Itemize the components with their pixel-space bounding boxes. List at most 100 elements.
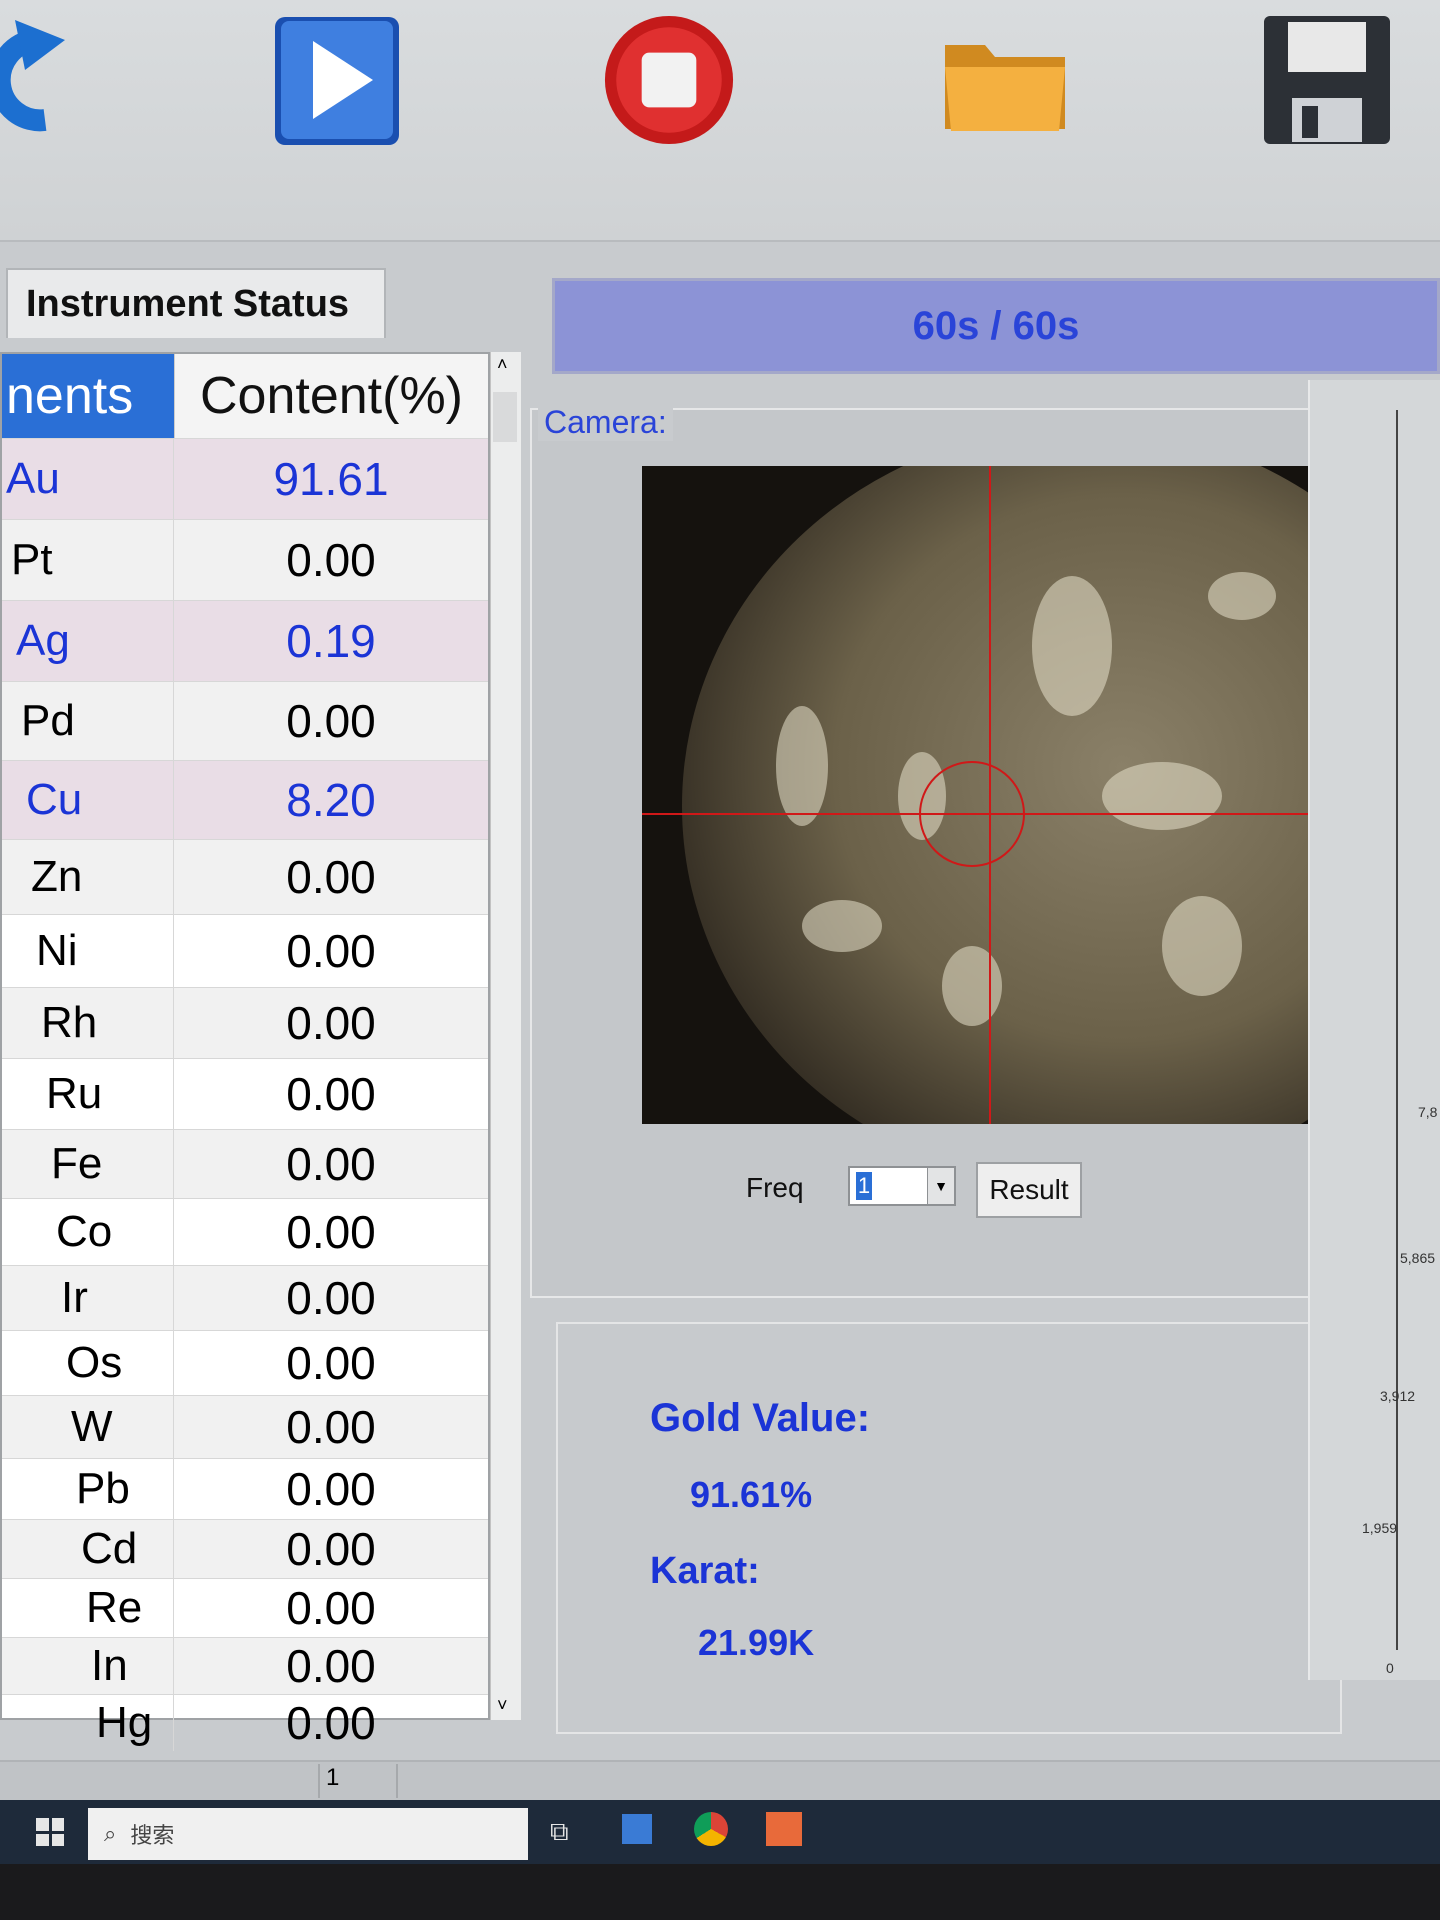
table-row[interactable]: Pt 0.00 (2, 519, 488, 600)
table-row[interactable]: W 0.00 (2, 1395, 488, 1458)
element-cell: Pb (2, 1459, 174, 1519)
content-cell: 0.00 (286, 851, 376, 903)
element-cell: Cu (2, 761, 174, 839)
table-row[interactable]: Ag 0.19 (2, 600, 488, 681)
tab-instrument-status[interactable]: Instrument Status (6, 268, 386, 338)
element-cell: Re (2, 1579, 174, 1637)
freq-select[interactable]: 1 ▼ (848, 1166, 956, 1206)
content-cell: 0.00 (286, 1582, 376, 1634)
stop-icon (604, 15, 734, 145)
content-cell: 0.00 (286, 1697, 376, 1749)
content-cell: 0.00 (286, 997, 376, 1049)
table-row[interactable]: Rh 0.00 (2, 987, 488, 1058)
monitor-bezel (0, 1864, 1440, 1920)
table-body: Au 91.61 Pt 0.00 Ag 0.19 Pd 0.00 Cu 8.20 Zn 0.00 Ni 0… (2, 438, 488, 1751)
content-cell: 0.00 (286, 1640, 376, 1692)
table-row[interactable]: In 0.00 (2, 1637, 488, 1694)
y-tick-label: 7,8 (1418, 1104, 1438, 1120)
progress-text: 60s / 60s (912, 303, 1080, 348)
content-cell: 0.00 (286, 1463, 376, 1515)
search-icon: ⌕ (104, 1821, 117, 1846)
measurement-progress: 60s / 60s (552, 278, 1440, 374)
toolbar (0, 0, 1440, 242)
scroll-down-icon[interactable]: ˅ (497, 1695, 508, 1716)
column-header-element[interactable]: nents (2, 354, 174, 438)
save-button[interactable] (1262, 10, 1392, 150)
table-row[interactable]: Ru 0.00 (2, 1058, 488, 1129)
table-header: nents Content(%) (2, 354, 488, 438)
y-tick-label: 3,912 (1380, 1388, 1416, 1404)
gold-value: 91.61% (690, 1474, 813, 1515)
refresh-button[interactable] (0, 10, 90, 150)
element-cell: Ir (2, 1266, 174, 1330)
element-cell: In (2, 1638, 174, 1694)
status-bar (0, 1760, 1440, 1802)
freq-value: 1 (856, 1172, 872, 1200)
table-row[interactable]: Co 0.00 (2, 1198, 488, 1265)
table-row[interactable]: Hg 0.00 (2, 1694, 488, 1751)
element-cell: Rh (2, 988, 174, 1058)
table-row[interactable]: Re 0.00 (2, 1578, 488, 1637)
element-cell: Au (2, 439, 174, 519)
element-cell: Cd (2, 1520, 174, 1578)
gold-value-label: Gold Value: (650, 1396, 871, 1440)
app-icon[interactable] (766, 1812, 802, 1846)
table-row[interactable]: Cu 8.20 (2, 760, 488, 839)
calculator-app-icon[interactable] (622, 1814, 652, 1844)
element-cell: Ru (2, 1059, 174, 1129)
refresh-icon (0, 20, 65, 132)
play-icon (275, 17, 399, 145)
table-row[interactable]: Ni 0.00 (2, 914, 488, 987)
y-tick-label: 0 (1386, 1660, 1394, 1676)
scroll-up-icon[interactable]: ˄ (497, 354, 508, 375)
content-cell: 0.19 (286, 615, 376, 667)
table-row[interactable]: Cd 0.00 (2, 1519, 488, 1578)
camera-image (642, 466, 1326, 1124)
search-input[interactable]: 搜索 (130, 1818, 174, 1850)
stop-button[interactable] (604, 10, 734, 150)
content-cell: 0.00 (286, 1337, 376, 1389)
element-cell: Pd (2, 682, 174, 760)
chrome-icon[interactable] (694, 1812, 728, 1846)
chart-y-axis (1396, 410, 1398, 1650)
element-cell: Ag (2, 601, 174, 681)
open-button[interactable] (940, 10, 1070, 150)
table-row[interactable]: Pb 0.00 (2, 1458, 488, 1519)
element-cell: W (2, 1396, 174, 1458)
element-cell: Ni (2, 915, 174, 987)
table-row[interactable]: Os 0.00 (2, 1330, 488, 1395)
windows-start-icon[interactable] (36, 1818, 64, 1846)
column-header-content[interactable]: Content(%) (174, 354, 488, 438)
y-tick-label: 5,865 (1400, 1250, 1436, 1266)
table-row[interactable]: Ir 0.00 (2, 1265, 488, 1330)
table-row[interactable]: Pd 0.00 (2, 681, 488, 760)
app-window: Instrument Status 60s / 60s nents Conten… (0, 0, 1440, 1820)
result-button[interactable]: Result (976, 1162, 1082, 1218)
table-row[interactable]: Fe 0.00 (2, 1129, 488, 1198)
taskbar-search[interactable]: ⌕ 搜索 (88, 1808, 528, 1860)
content-cell: 0.00 (286, 534, 376, 586)
element-cell: Zn (2, 840, 174, 914)
scroll-thumb[interactable] (493, 392, 517, 442)
element-cell: Hg (2, 1695, 174, 1751)
content-cell: 8.20 (286, 774, 376, 826)
element-content-table: nents Content(%) Au 91.61 Pt 0.00 Ag 0.19 Pd 0.… (0, 352, 490, 1751)
content-cell: 0.00 (286, 1068, 376, 1120)
camera-label: Camera: (538, 404, 673, 441)
spectrum-chart: 7,8 5,865 3,912 1,959 0 (1308, 380, 1440, 1680)
table-row[interactable]: Zn 0.00 (2, 839, 488, 914)
gold-result-panel: Gold Value: 91.61% Karat: 21.99K (556, 1322, 1342, 1734)
karat-value: 21.99K (698, 1622, 815, 1663)
element-cell: Co (2, 1199, 174, 1265)
table-row[interactable]: Au 91.61 (2, 438, 488, 519)
task-view-icon[interactable]: ⧉ (550, 1816, 569, 1848)
chevron-down-icon[interactable]: ▼ (927, 1168, 954, 1204)
content-cell: 0.00 (286, 1401, 376, 1453)
page-number: 1 (318, 1764, 398, 1798)
camera-view (642, 466, 1326, 1124)
element-cell: Fe (2, 1130, 174, 1198)
start-button[interactable] (272, 10, 402, 150)
content-cell: 0.00 (286, 1138, 376, 1190)
content-cell: 91.61 (273, 453, 389, 505)
table-scrollbar[interactable]: ˄ ˅ (490, 352, 521, 1720)
